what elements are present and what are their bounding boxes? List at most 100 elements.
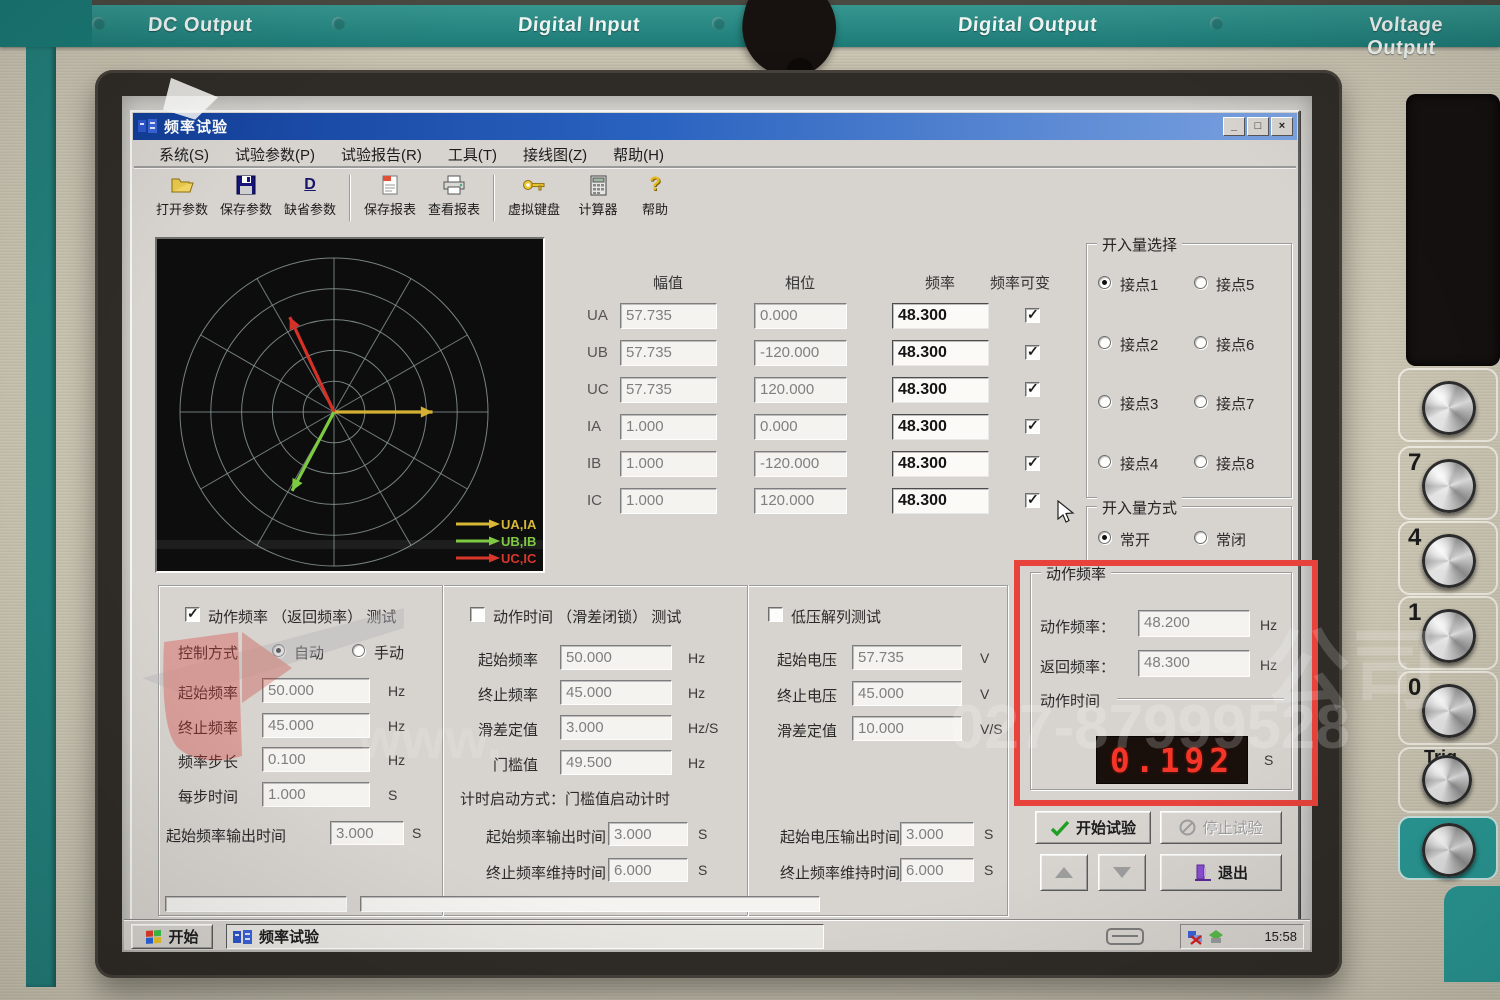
check-icon: ✓ <box>1027 343 1039 359</box>
menu-item-6[interactable]: 帮助(H) <box>600 144 677 165</box>
menu-item-1[interactable]: 系统(S) <box>146 144 222 165</box>
control-mode-radio-2[interactable] <box>352 644 365 657</box>
toolbar-open-folder-button[interactable]: 打开参数 <box>150 173 214 223</box>
toolbar-default-d-button[interactable]: D 缺省参数 <box>278 173 342 223</box>
keyboard-icon[interactable] <box>1106 928 1146 946</box>
stop-test-button[interactable]: 停止试验 <box>1160 811 1282 844</box>
test_freq-checkbox[interactable]: ✓ <box>185 605 200 622</box>
test_time-checkbox[interactable] <box>470 607 485 622</box>
minimize-button[interactable]: _ <box>1223 117 1245 136</box>
contact-radio-7-label: 接点7 <box>1216 396 1255 414</box>
field-input[interactable]: 3.000 <box>330 821 404 845</box>
amplitude-input-ub[interactable]: 57.735 <box>620 340 717 366</box>
freq-variable-checkbox-ic[interactable]: ✓ <box>1025 491 1040 508</box>
network-error-icon[interactable] <box>1187 929 1204 945</box>
screw-icon <box>332 17 345 30</box>
exit-button[interactable]: 退出 <box>1160 854 1282 891</box>
amplitude-input-ia[interactable]: 1.000 <box>620 414 717 440</box>
clock: 15:58 <box>1264 929 1297 944</box>
screw-icon <box>1210 17 1223 30</box>
test_voltage-checkbox[interactable] <box>768 607 783 622</box>
freq-variable-checkbox-ia[interactable]: ✓ <box>1025 417 1040 434</box>
contact-radio-5[interactable] <box>1194 276 1207 289</box>
phase-input-ia[interactable]: 0.000 <box>754 414 847 440</box>
field-input[interactable]: 6.000 <box>900 858 974 882</box>
field-input[interactable]: 10.000 <box>852 716 962 741</box>
field-input[interactable]: 45.000 <box>560 680 672 705</box>
freq-variable-checkbox-ib[interactable]: ✓ <box>1025 454 1040 471</box>
toolbar-calculator-button[interactable]: 计算器 <box>566 173 630 223</box>
amplitude-input-ib[interactable]: 1.000 <box>620 451 717 477</box>
contact-mode-radio-1[interactable] <box>1098 531 1111 544</box>
stop-icon <box>1179 819 1196 836</box>
keypad-key-1[interactable]: 1 <box>1398 596 1498 670</box>
legend-arrow-icon <box>456 536 500 546</box>
device-tray-icon[interactable] <box>1208 929 1224 945</box>
report-icon <box>380 173 400 197</box>
contact-mode-radio-2[interactable] <box>1194 531 1207 544</box>
field-input[interactable]: 3.000 <box>900 822 974 846</box>
frequency-input-ia[interactable]: 48.300 <box>892 414 989 440</box>
toolbar-printer-button[interactable]: 查看报表 <box>422 173 486 223</box>
toolbar-floppy-button[interactable]: 保存参数 <box>214 173 278 223</box>
keypad-key-0[interactable]: 0 <box>1398 671 1498 745</box>
field-input[interactable]: 57.735 <box>852 645 962 670</box>
field-input[interactable]: 3.000 <box>608 822 688 846</box>
freq-variable-checkbox-ub[interactable]: ✓ <box>1025 343 1040 360</box>
step-down-button[interactable] <box>1098 854 1146 891</box>
toolbar-question-button[interactable]: ? 帮助 <box>630 173 680 223</box>
field-input[interactable]: 50.000 <box>560 645 672 670</box>
keypad-key-trig[interactable]: Trig <box>1398 747 1498 813</box>
freq-variable-checkbox-uc[interactable]: ✓ <box>1025 380 1040 397</box>
start-test-button[interactable]: 开始试验 <box>1035 811 1151 844</box>
frequency-input-ic[interactable]: 48.300 <box>892 488 989 514</box>
menu-item-3[interactable]: 试验报告(R) <box>328 144 435 165</box>
contact-radio-8[interactable] <box>1194 455 1207 469</box>
step-up-button[interactable] <box>1040 854 1088 891</box>
frequency-input-uc[interactable]: 48.300 <box>892 377 989 403</box>
close-button[interactable]: × <box>1271 117 1293 136</box>
contact-radio-1[interactable] <box>1098 276 1111 289</box>
field-input[interactable]: 49.500 <box>560 750 672 775</box>
field-input[interactable]: 45.000 <box>262 713 370 738</box>
phase-input-ib[interactable]: -120.000 <box>754 451 847 477</box>
keypad-key-7[interactable]: 7 <box>1398 446 1498 520</box>
contact-radio-4[interactable] <box>1098 455 1111 469</box>
contact-radio-5-label: 接点5 <box>1216 277 1255 294</box>
bezel-label: Digital Output <box>957 14 1099 36</box>
control-mode-radio-1[interactable] <box>272 644 285 657</box>
field-input[interactable]: 6.000 <box>608 858 688 882</box>
taskbar-task-frequency-test[interactable]: 频率试验 <box>226 924 824 949</box>
frequency-input-ub[interactable]: 48.300 <box>892 340 989 366</box>
field-input[interactable]: 0.100 <box>262 747 370 772</box>
menu-item-4[interactable]: 工具(T) <box>435 144 510 165</box>
keypad-key-teal[interactable] <box>1398 816 1498 880</box>
field-input[interactable]: 50.000 <box>262 678 370 703</box>
title-bar: 频率试验 _ □ × <box>133 113 1297 140</box>
field-input[interactable]: 1.000 <box>262 782 370 807</box>
table-header-1: 幅值 <box>653 275 684 292</box>
field-input[interactable]: 45.000 <box>852 681 962 706</box>
phasor-legend-item: UB,IB <box>454 533 536 549</box>
contact-radio-6[interactable] <box>1194 335 1207 349</box>
field-input[interactable]: 3.000 <box>560 715 672 740</box>
phase-input-ua[interactable]: 0.000 <box>754 303 847 329</box>
menu-item-5[interactable]: 接线图(Z) <box>510 144 600 165</box>
phase-input-ic[interactable]: 120.000 <box>754 488 847 514</box>
freq-variable-checkbox-ua[interactable]: ✓ <box>1025 306 1040 323</box>
amplitude-input-ic[interactable]: 1.000 <box>620 488 717 514</box>
amplitude-input-uc[interactable]: 57.735 <box>620 377 717 403</box>
start-menu-button[interactable]: 开始 <box>131 924 213 949</box>
phase-input-ub[interactable]: -120.000 <box>754 340 847 366</box>
keypad-key-4[interactable]: 4 <box>1398 521 1498 595</box>
keypad-key-blank[interactable] <box>1398 368 1498 442</box>
menu-item-2[interactable]: 试验参数(P) <box>222 144 328 165</box>
toolbar-key-button[interactable]: 虚拟键盘 <box>502 173 566 223</box>
contact-radio-2[interactable] <box>1098 335 1111 349</box>
frequency-input-ua[interactable]: 48.300 <box>892 303 989 329</box>
frequency-input-ib[interactable]: 48.300 <box>892 451 989 477</box>
maximize-button[interactable]: □ <box>1247 117 1269 136</box>
phase-input-uc[interactable]: 120.000 <box>754 377 847 403</box>
amplitude-input-ua[interactable]: 57.735 <box>620 303 717 329</box>
toolbar-report-button[interactable]: 保存报表 <box>358 173 422 223</box>
